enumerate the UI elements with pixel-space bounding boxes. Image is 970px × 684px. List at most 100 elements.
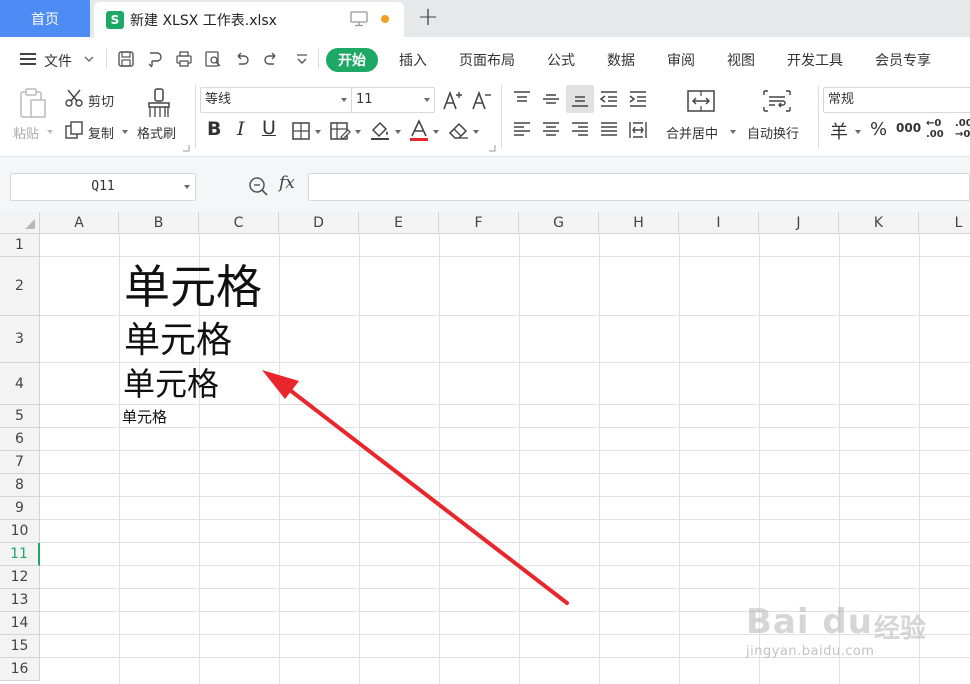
increase-decimal-button[interactable]: ←0 .00 bbox=[926, 118, 944, 140]
cell-b2[interactable]: 单元格 bbox=[124, 260, 262, 314]
cell-b3[interactable]: 单元格 bbox=[124, 320, 232, 362]
underline-button[interactable]: U bbox=[262, 117, 276, 139]
redo-icon[interactable] bbox=[262, 50, 280, 68]
copy-icon[interactable] bbox=[64, 120, 84, 140]
row-header[interactable]: 6 bbox=[0, 428, 40, 451]
monitor-icon[interactable] bbox=[350, 11, 368, 27]
merge-center-icon[interactable] bbox=[686, 89, 716, 113]
clear-dropdown-caret[interactable] bbox=[473, 130, 479, 134]
fx-button[interactable]: fx bbox=[279, 173, 295, 193]
row-header[interactable]: 15 bbox=[0, 635, 40, 658]
row-header[interactable]: 2 bbox=[0, 257, 40, 316]
row-header-active[interactable]: 11 bbox=[0, 543, 40, 566]
paste-icon[interactable] bbox=[18, 87, 48, 119]
format-painter-button[interactable]: 格式刷 bbox=[137, 123, 176, 142]
row-header[interactable]: 1 bbox=[0, 234, 40, 257]
row-header[interactable]: 4 bbox=[0, 363, 40, 405]
row-header[interactable]: 3 bbox=[0, 316, 40, 363]
add-tab-button[interactable]: + bbox=[414, 4, 442, 32]
currency-button[interactable]: 羊 bbox=[830, 118, 848, 144]
cell-style-dropdown-caret[interactable] bbox=[355, 130, 361, 134]
row-header[interactable]: 10 bbox=[0, 520, 40, 543]
italic-button[interactable]: I bbox=[237, 118, 245, 140]
align-middle-icon[interactable] bbox=[541, 90, 561, 108]
cell-b5[interactable]: 单元格 bbox=[122, 407, 167, 427]
number-format-select[interactable]: 常规 bbox=[823, 87, 970, 113]
column-header[interactable]: C bbox=[199, 212, 279, 234]
scissors-icon[interactable] bbox=[64, 88, 84, 108]
justify-icon[interactable] bbox=[599, 121, 619, 139]
merge-center-button[interactable]: 合并居中 bbox=[666, 123, 718, 142]
cell-b4[interactable]: 单元格 bbox=[123, 365, 219, 403]
merge-dropdown-caret[interactable] bbox=[730, 130, 736, 134]
fill-color-icon[interactable] bbox=[369, 119, 391, 141]
wrap-text-icon[interactable] bbox=[762, 89, 792, 113]
wrap-text-button[interactable]: 自动换行 bbox=[747, 123, 799, 142]
print-preview-icon[interactable] bbox=[204, 50, 222, 68]
tab-page-layout[interactable]: 页面布局 bbox=[459, 50, 515, 70]
borders-dropdown-caret[interactable] bbox=[315, 130, 321, 134]
column-header[interactable]: B bbox=[119, 212, 199, 234]
column-header[interactable]: I bbox=[679, 212, 759, 234]
cell-style-icon[interactable] bbox=[329, 121, 351, 141]
align-right-icon[interactable] bbox=[570, 121, 590, 139]
format-painter-icon[interactable] bbox=[146, 87, 172, 119]
hamburger-menu-icon[interactable] bbox=[20, 53, 36, 65]
align-bottom-icon[interactable] bbox=[570, 90, 590, 108]
paste-dropdown-caret[interactable] bbox=[47, 130, 53, 134]
file-tab[interactable]: S 新建 XLSX 工作表.xlsx bbox=[94, 2, 404, 37]
file-menu[interactable]: 文件 bbox=[44, 51, 72, 71]
tab-home[interactable]: 开始 bbox=[326, 48, 378, 72]
column-header[interactable]: A bbox=[40, 212, 119, 234]
row-header[interactable]: 5 bbox=[0, 405, 40, 428]
chevron-down-icon[interactable] bbox=[84, 54, 94, 64]
increase-font-icon[interactable] bbox=[442, 89, 464, 111]
thousands-separator-button[interactable]: 000 bbox=[896, 121, 921, 135]
align-left-icon[interactable] bbox=[512, 121, 532, 139]
tab-data[interactable]: 数据 bbox=[607, 50, 635, 70]
select-all-corner[interactable] bbox=[0, 212, 40, 234]
column-header[interactable]: D bbox=[279, 212, 359, 234]
print-icon[interactable] bbox=[175, 50, 193, 68]
copy-dropdown-caret[interactable] bbox=[122, 130, 128, 134]
font-size-select[interactable]: 11 bbox=[351, 87, 435, 113]
decrease-decimal-button[interactable]: .00 →0 bbox=[955, 118, 970, 140]
column-header[interactable]: E bbox=[359, 212, 439, 234]
align-top-icon[interactable] bbox=[512, 90, 532, 108]
cut-button[interactable]: 剪切 bbox=[88, 91, 114, 110]
tab-formulas[interactable]: 公式 bbox=[547, 50, 575, 70]
tab-insert[interactable]: 插入 bbox=[399, 50, 427, 70]
font-expand-icon[interactable] bbox=[489, 145, 496, 152]
customize-toolbar-icon[interactable] bbox=[293, 50, 311, 68]
increase-indent-icon[interactable] bbox=[628, 90, 648, 108]
decrease-font-icon[interactable] bbox=[471, 89, 493, 111]
row-header[interactable]: 8 bbox=[0, 474, 40, 497]
undo-icon[interactable] bbox=[233, 50, 251, 68]
fill-color-dropdown-caret[interactable] bbox=[395, 130, 401, 134]
row-header[interactable]: 9 bbox=[0, 497, 40, 520]
column-header[interactable]: H bbox=[599, 212, 679, 234]
row-header[interactable]: 12 bbox=[0, 566, 40, 589]
decrease-indent-icon[interactable] bbox=[599, 90, 619, 108]
save-icon[interactable] bbox=[117, 50, 135, 68]
copy-button[interactable]: 复制 bbox=[88, 123, 114, 142]
column-header[interactable]: J bbox=[759, 212, 839, 234]
column-header[interactable]: F bbox=[439, 212, 519, 234]
row-header[interactable]: 7 bbox=[0, 451, 40, 474]
export-icon[interactable] bbox=[146, 50, 164, 68]
tab-developer[interactable]: 开发工具 bbox=[787, 50, 843, 70]
clipboard-expand-icon[interactable] bbox=[183, 145, 190, 152]
tab-review[interactable]: 审阅 bbox=[667, 50, 695, 70]
distributed-align-icon[interactable] bbox=[628, 121, 648, 139]
formula-input[interactable] bbox=[308, 173, 970, 201]
align-center-icon[interactable] bbox=[541, 121, 561, 139]
column-header[interactable]: L bbox=[919, 212, 970, 234]
paste-button[interactable]: 粘贴 bbox=[13, 123, 39, 142]
row-header[interactable]: 13 bbox=[0, 589, 40, 612]
borders-icon[interactable] bbox=[291, 121, 311, 141]
percent-button[interactable]: % bbox=[870, 119, 887, 140]
row-header[interactable]: 16 bbox=[0, 658, 40, 681]
tab-view[interactable]: 视图 bbox=[727, 50, 755, 70]
column-header[interactable]: G bbox=[519, 212, 599, 234]
font-color-icon[interactable] bbox=[409, 119, 429, 141]
